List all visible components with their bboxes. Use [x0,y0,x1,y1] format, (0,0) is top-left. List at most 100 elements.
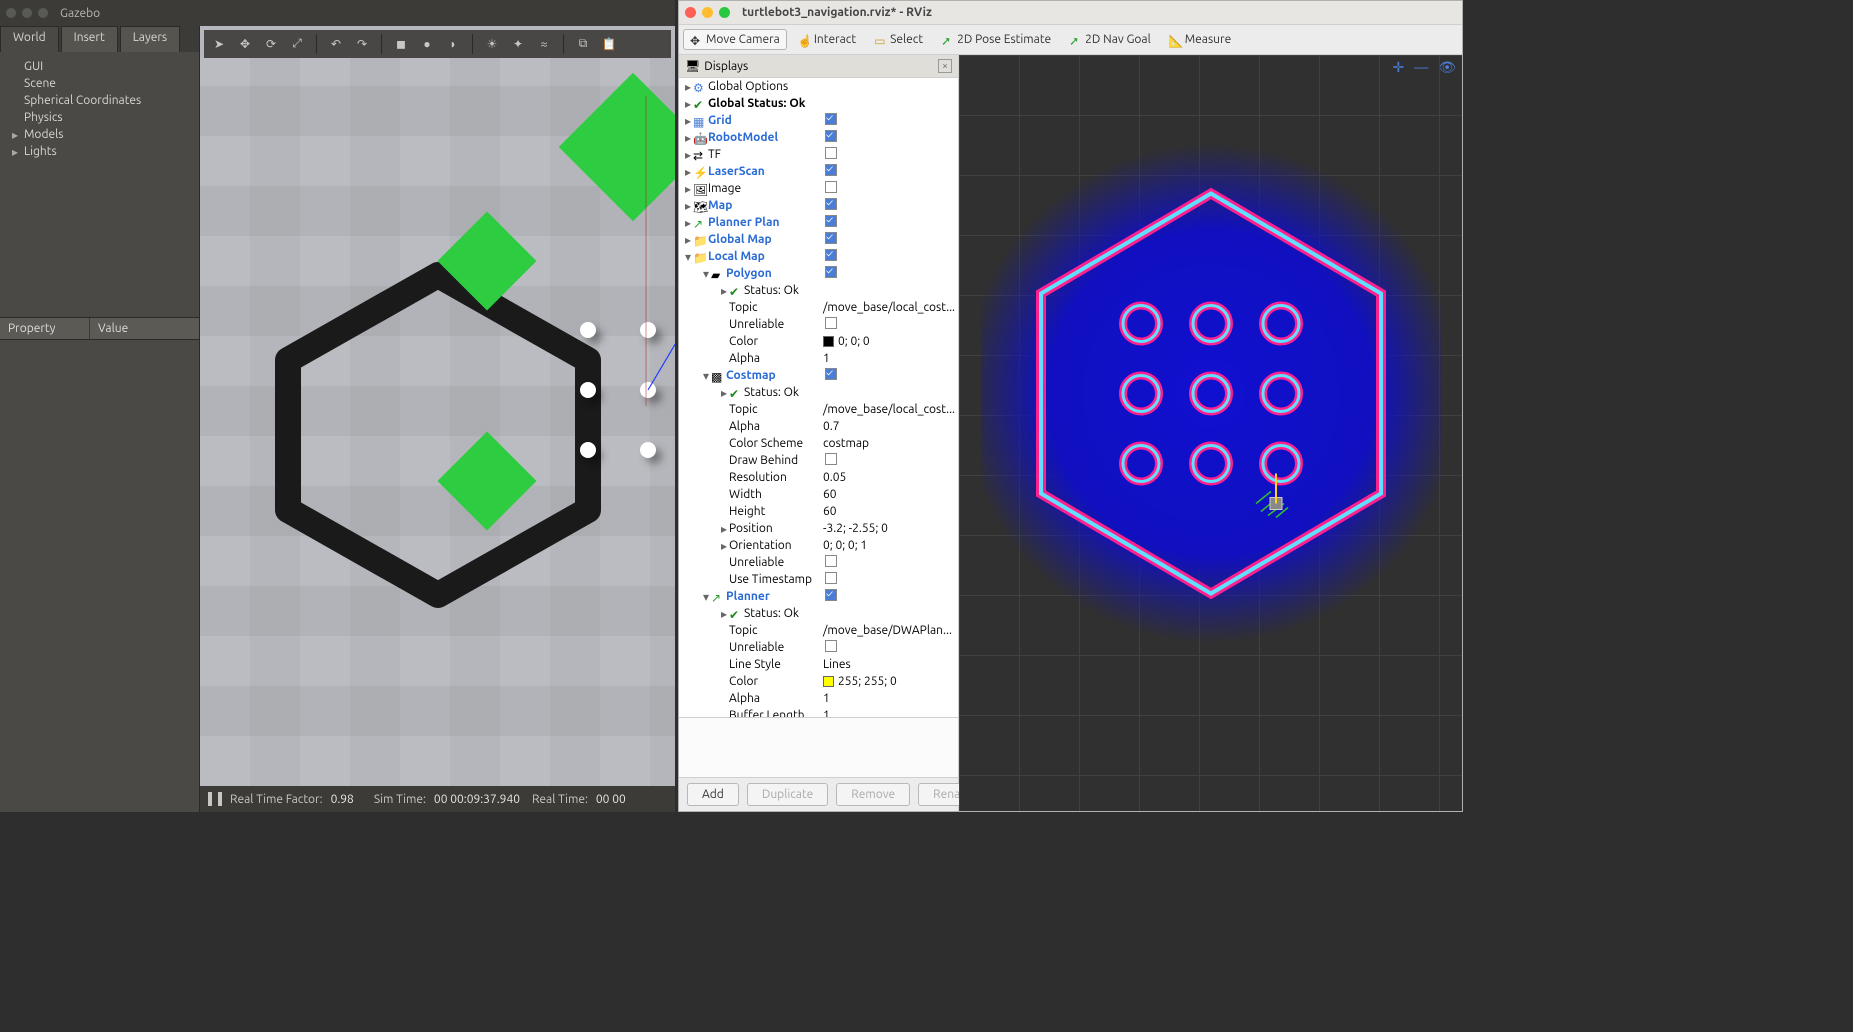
tree-value[interactable] [819,164,958,179]
duplicate-button[interactable]: Duplicate [747,783,828,806]
rviz-titlebar[interactable]: turtlebot3_navigation.rviz* - RViz [679,1,1462,25]
gazebo-3d-view[interactable]: ➤ ✥ ⟳ ⤢ ↶ ↷ ◼ ● ◗ ☀ ✦ ≈ ⧉ 📋 [200,26,675,812]
tree-row[interactable]: ▾📁Local Map [679,248,958,265]
tab-layers[interactable]: Layers [120,26,180,52]
window-min-icon[interactable] [22,8,32,18]
displays-panel-title[interactable]: 🖥 Displays × [679,55,958,78]
world-tree-item[interactable]: GUI [10,58,189,75]
tree-value[interactable]: 0.7 [819,420,958,433]
expand-icon[interactable]: ▾ [701,267,711,281]
checkbox[interactable] [825,113,837,125]
gazebo-titlebar[interactable]: Gazebo [0,0,675,26]
tree-value[interactable] [819,113,958,128]
add-button[interactable]: Add [687,783,739,806]
tree-value[interactable] [819,215,958,230]
expand-icon[interactable]: ▸ [719,522,729,536]
tree-value[interactable] [819,453,958,468]
tree-value[interactable] [819,640,958,655]
tree-value[interactable] [819,572,958,587]
tree-row[interactable]: ▸↗Planner Plan [679,214,958,231]
expand-icon[interactable]: ▾ [683,250,693,264]
tree-value[interactable] [819,130,958,145]
checkbox[interactable] [825,572,837,584]
tree-row[interactable]: ▸⚡LaserScan [679,163,958,180]
displays-tree[interactable]: ▸⚙Global Options▸✔Global Status: Ok▸▦Gri… [679,78,958,717]
window-min-icon[interactable] [702,7,713,18]
checkbox[interactable] [825,181,837,193]
checkbox[interactable] [825,555,837,567]
expand-icon[interactable]: ▸ [683,148,693,162]
tree-row[interactable]: Alpha0.7 [679,418,958,435]
tree-value[interactable] [819,368,958,383]
checkbox[interactable] [825,147,837,159]
tree-row[interactable]: ▸✔Status: Ok [679,282,958,299]
toolbar-interact[interactable]: ☝Interact [791,29,863,50]
tree-value[interactable]: /move_base/local_cost... [819,301,958,314]
window-close-icon[interactable] [6,8,16,18]
checkbox[interactable] [825,453,837,465]
tree-value[interactable] [819,589,958,604]
tree-row[interactable]: Unreliable [679,639,958,656]
tree-row[interactable]: ▸✔Status: Ok [679,605,958,622]
checkbox[interactable] [825,215,837,227]
checkbox[interactable] [825,198,837,210]
expand-icon[interactable]: ▸ [683,97,693,111]
tree-row[interactable]: ▸⇄TF [679,146,958,163]
expand-icon[interactable]: ▸ [683,114,693,128]
tree-value[interactable]: 0; 0; 0; 1 [819,539,958,552]
checkbox[interactable] [825,589,837,601]
tree-row[interactable]: ▾↗Planner [679,588,958,605]
tree-value[interactable]: 0; 0; 0 [819,335,958,348]
checkbox[interactable] [825,164,837,176]
tree-row[interactable]: Topic/move_base/local_cost... [679,299,958,316]
tree-value[interactable] [819,249,958,264]
tree-value[interactable] [819,232,958,247]
tree-row[interactable]: Unreliable [679,316,958,333]
tree-row[interactable]: Unreliable [679,554,958,571]
toolbar-move-camera[interactable]: ✥Move Camera [683,29,787,50]
tree-value[interactable]: 1 [819,709,958,717]
toolbar-2d-pose-estimate[interactable]: ➚2D Pose Estimate [934,29,1058,50]
remove-button[interactable]: Remove [836,783,910,806]
tree-row[interactable]: Topic/move_base/local_cost... [679,401,958,418]
tree-value[interactable]: -3.2; -2.55; 0 [819,522,958,535]
tree-value[interactable]: 60 [819,488,958,501]
tree-row[interactable]: Line StyleLines [679,656,958,673]
tree-value[interactable]: costmap [819,437,958,450]
world-tree-item[interactable]: Scene [10,75,189,92]
tree-row[interactable]: ▸Position-3.2; -2.55; 0 [679,520,958,537]
tab-world[interactable]: World [0,26,59,52]
toolbar-select[interactable]: ▭Select [867,29,930,50]
toolbar-measure[interactable]: 📐Measure [1162,29,1238,50]
checkbox[interactable] [825,266,837,278]
expand-icon[interactable]: ▸ [683,165,693,179]
tree-row[interactable]: Use Timestamp [679,571,958,588]
tree-row[interactable]: Height60 [679,503,958,520]
tree-value[interactable]: /move_base/local_cost... [819,403,958,416]
tree-row[interactable]: Width60 [679,486,958,503]
tree-row[interactable]: ▾▰Polygon [679,265,958,282]
tree-row[interactable]: Buffer Length1 [679,707,958,717]
checkbox[interactable] [825,249,837,261]
world-tree-item[interactable]: Models [10,126,189,143]
expand-icon[interactable]: ▸ [719,386,729,400]
tree-row[interactable]: ▸✔Status: Ok [679,384,958,401]
tree-row[interactable]: Topic/move_base/DWAPlan... [679,622,958,639]
tree-row[interactable]: ▸✔Global Status: Ok [679,95,958,112]
tree-value[interactable] [819,198,958,213]
tree-row[interactable]: Alpha1 [679,690,958,707]
expand-icon[interactable]: ▸ [683,182,693,196]
tree-row[interactable]: Draw Behind [679,452,958,469]
tree-value[interactable] [819,147,958,162]
tree-row[interactable]: ▾▩Costmap [679,367,958,384]
tree-value[interactable]: 1 [819,352,958,365]
rviz-3d-view[interactable]: ✛ — 👁 [959,55,1462,811]
tree-value[interactable]: 60 [819,505,958,518]
toolbar-2d-nav-goal[interactable]: ➚2D Nav Goal [1062,29,1158,50]
tree-row[interactable]: Alpha1 [679,350,958,367]
tree-row[interactable]: ▸Orientation0; 0; 0; 1 [679,537,958,554]
tree-row[interactable]: Color255; 255; 0 [679,673,958,690]
window-max-icon[interactable] [38,8,48,18]
tab-insert[interactable]: Insert [61,26,118,52]
expand-icon[interactable]: ▸ [719,607,729,621]
